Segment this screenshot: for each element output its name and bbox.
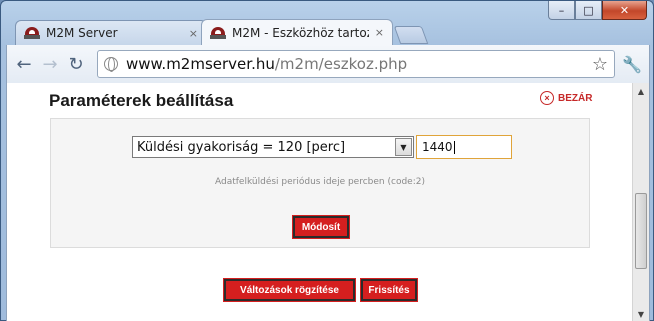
scroll-down-icon[interactable]: ▼ <box>633 306 649 321</box>
globe-icon <box>104 57 118 72</box>
browser-toolbar: ← → ↻ www.m2mserver.hu/m2m/eszkoz.php ☆ … <box>6 45 650 83</box>
chevron-down-icon[interactable]: ▼ <box>395 138 412 156</box>
back-arrow-icon[interactable]: ← <box>13 53 35 75</box>
m2m-favicon-icon <box>210 26 226 40</box>
page-title: Paraméterek beállítása <box>49 91 234 110</box>
reload-icon[interactable]: ↻ <box>65 53 87 75</box>
close-link[interactable]: × BEZÁR <box>540 91 592 105</box>
scroll-up-icon[interactable]: ▲ <box>633 83 649 99</box>
close-window-button[interactable]: ✕ <box>602 1 647 20</box>
window-controls: – □ ✕ <box>548 1 647 20</box>
modify-button[interactable]: Módosít <box>292 215 350 239</box>
m2m-favicon-icon <box>24 26 40 40</box>
tab-close-icon[interactable]: × <box>189 27 198 40</box>
browser-window: – □ ✕ M2M Server × M2M - Eszközhöz tarto… <box>0 0 654 321</box>
url-host: www.m2mserver.hu <box>126 55 275 73</box>
parameter-select[interactable]: Küldési gyakoriság = 120 [perc] ▼ <box>132 136 414 158</box>
parameter-panel: Küldési gyakoriság = 120 [perc] ▼ 1440 A… <box>50 118 590 248</box>
scroll-thumb[interactable] <box>635 193 647 269</box>
close-circle-icon: × <box>540 91 554 105</box>
new-tab-button[interactable] <box>393 26 429 44</box>
tab-m2m-server[interactable]: M2M Server × <box>15 20 207 45</box>
parameter-value-input[interactable]: 1440 <box>416 135 512 159</box>
text-caret <box>453 140 455 154</box>
tab-strip: M2M Server × M2M - Eszközhöz tartozó ada… <box>15 19 429 45</box>
tab-eszkoz[interactable]: M2M - Eszközhöz tartozó adatok × <box>201 19 393 45</box>
tab-title: M2M - Eszközhöz tartozó adatok <box>232 25 369 40</box>
parameter-value-text: 1440 <box>422 140 453 154</box>
parameter-hint: Adatfelküldési periódus ideje percben (c… <box>215 177 425 187</box>
url-path: /m2m/eszkoz.php <box>274 55 408 73</box>
bookmark-star-icon[interactable]: ☆ <box>592 54 608 75</box>
save-changes-button[interactable]: Változások rögzítése <box>223 278 356 302</box>
page-content: Paraméterek beállítása × BEZÁR Küldési g… <box>6 83 650 321</box>
tab-title: M2M Server <box>46 26 118 40</box>
parameter-select-value: Küldési gyakoriság = 120 [perc] <box>137 139 346 155</box>
close-link-label: BEZÁR <box>558 92 593 104</box>
refresh-button[interactable]: Frissítés <box>360 278 418 302</box>
maximize-button[interactable]: □ <box>575 1 602 20</box>
forward-arrow-icon[interactable]: → <box>39 53 61 75</box>
tab-close-icon[interactable]: × <box>375 26 384 39</box>
minimize-button[interactable]: – <box>548 1 575 20</box>
address-bar[interactable]: www.m2mserver.hu/m2m/eszkoz.php ☆ <box>97 50 615 78</box>
wrench-icon[interactable]: 🔧 <box>621 55 643 74</box>
vertical-scrollbar[interactable]: ▲ ▼ <box>632 83 649 321</box>
